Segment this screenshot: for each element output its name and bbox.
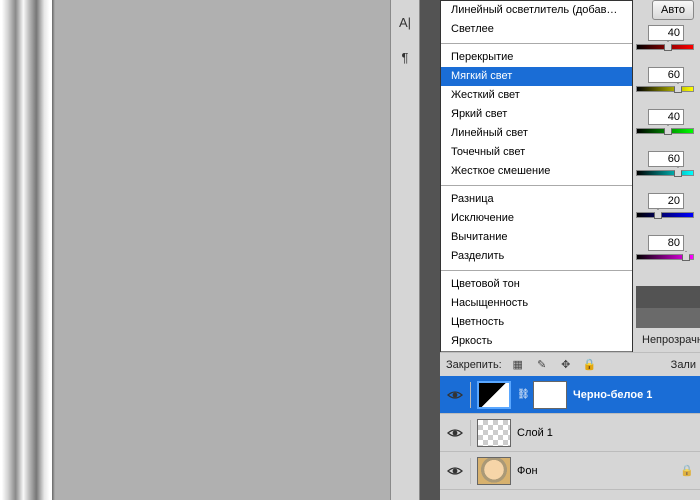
panel-tabbar[interactable]: [636, 308, 700, 328]
channel-slider[interactable]: 40: [632, 26, 700, 42]
blend-mode-option[interactable]: Разделить: [441, 247, 632, 266]
canvas-area[interactable]: [0, 0, 390, 500]
layer-thumb-icon[interactable]: [477, 457, 511, 485]
link-icon[interactable]: ⛓: [517, 389, 527, 400]
slider-knob-icon[interactable]: [664, 41, 672, 51]
visibility-eye-icon[interactable]: [446, 462, 464, 480]
layer-name[interactable]: Слой 1: [517, 427, 553, 439]
visibility-eye-icon[interactable]: [446, 386, 464, 404]
channel-track[interactable]: [636, 86, 694, 92]
menu-separator: [441, 43, 632, 44]
column-separator: [470, 382, 471, 408]
layer-lock-row: Закрепить: ▦ ✎ ✥ 🔒 Зали: [440, 352, 700, 376]
auto-button[interactable]: Авто: [652, 0, 694, 20]
channel-slider[interactable]: 40: [632, 110, 700, 126]
column-separator: [470, 458, 471, 484]
blend-mode-option[interactable]: Цветовой тон: [441, 275, 632, 294]
layer-mode-row: Непрозрачно: [636, 328, 700, 352]
blend-mode-option[interactable]: Точечный свет: [441, 143, 632, 162]
panel-dock-gutter: [420, 0, 440, 500]
blend-mode-option[interactable]: Насыщенность: [441, 294, 632, 313]
right-panel: Авто 40 60 40 60 20 80 Линейный осветлитель (…: [440, 0, 700, 500]
mask-thumb-icon[interactable]: [533, 381, 567, 409]
channel-value[interactable]: 60: [648, 67, 684, 83]
blend-mode-option[interactable]: Линейный осветлитель (добавить): [441, 1, 632, 20]
channel-value[interactable]: 60: [648, 151, 684, 167]
blend-mode-option[interactable]: Разница: [441, 190, 632, 209]
layer-row[interactable]: ⛓ Черно-белое 1: [440, 376, 700, 414]
blend-mode-option[interactable]: Цветность: [441, 313, 632, 332]
slider-knob-icon[interactable]: [674, 167, 682, 177]
opacity-label: Непрозрачно: [642, 334, 700, 346]
blend-mode-dropdown-open[interactable]: Линейный осветлитель (добавить)Светлее Пе…: [440, 0, 633, 373]
channel-value[interactable]: 20: [648, 193, 684, 209]
lock-label: Закрепить:: [446, 359, 502, 371]
lock-icon: 🔒: [680, 464, 694, 477]
slider-knob-icon[interactable]: [654, 209, 662, 219]
lock-position-icon[interactable]: ✥: [558, 357, 574, 373]
channel-value[interactable]: 40: [648, 25, 684, 41]
slider-knob-icon[interactable]: [674, 83, 682, 93]
channel-track[interactable]: [636, 170, 694, 176]
layer-row[interactable]: Слой 1: [440, 414, 700, 452]
panel-gap: [636, 286, 700, 308]
layers-list[interactable]: ⛓ Черно-белое 1 Слой 1 Фон 🔒: [440, 376, 700, 500]
document-preview: [0, 0, 52, 500]
visibility-eye-icon[interactable]: [446, 424, 464, 442]
adjustment-thumb-icon[interactable]: [477, 381, 511, 409]
lock-transparency-icon[interactable]: ▦: [510, 357, 526, 373]
fill-label: Зали: [671, 359, 700, 371]
bw-channel-sliders: Авто 40 60 40 60 20 80: [632, 0, 700, 252]
paragraph-tool-a-icon[interactable]: A|: [392, 10, 418, 34]
lock-pixels-icon[interactable]: ✎: [534, 357, 550, 373]
menu-separator: [441, 270, 632, 271]
channel-track[interactable]: [636, 212, 694, 218]
blend-mode-option[interactable]: Яркость: [441, 332, 632, 351]
lock-all-icon[interactable]: 🔒: [582, 357, 598, 373]
canvas-edge: [52, 0, 55, 500]
blend-mode-option[interactable]: Жесткое смешение: [441, 162, 632, 181]
slider-knob-icon[interactable]: [682, 251, 690, 261]
blend-mode-option[interactable]: Вычитание: [441, 228, 632, 247]
channel-slider[interactable]: 80: [632, 236, 700, 252]
blend-mode-option[interactable]: Линейный свет: [441, 124, 632, 143]
blend-mode-option[interactable]: Светлее: [441, 20, 632, 39]
blend-mode-option[interactable]: Перекрытие: [441, 48, 632, 67]
blend-mode-option[interactable]: Исключение: [441, 209, 632, 228]
blend-mode-option[interactable]: Жесткий свет: [441, 86, 632, 105]
slider-knob-icon[interactable]: [664, 125, 672, 135]
vertical-tool-strip: A| ¶: [390, 0, 420, 500]
column-separator: [470, 420, 471, 446]
layer-thumb-icon[interactable]: [477, 419, 511, 447]
blend-mode-option[interactable]: Яркий свет: [441, 105, 632, 124]
channel-slider[interactable]: 60: [632, 68, 700, 84]
channel-slider[interactable]: 60: [632, 152, 700, 168]
menu-separator: [441, 185, 632, 186]
layer-name[interactable]: Фон: [517, 465, 538, 477]
channel-value[interactable]: 80: [648, 235, 684, 251]
layer-row[interactable]: Фон 🔒: [440, 452, 700, 490]
blend-mode-option[interactable]: Мягкий свет: [441, 67, 632, 86]
channel-value[interactable]: 40: [648, 109, 684, 125]
layer-name[interactable]: Черно-белое 1: [573, 389, 652, 401]
paragraph-tool-pilcrow-icon[interactable]: ¶: [392, 45, 418, 69]
channel-slider[interactable]: 20: [632, 194, 700, 210]
